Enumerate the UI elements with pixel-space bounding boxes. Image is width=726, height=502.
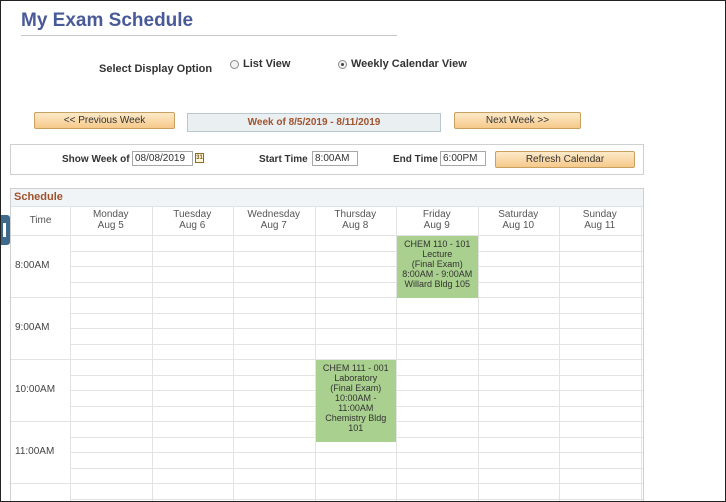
refresh-calendar-button[interactable]: Refresh Calendar (495, 151, 635, 168)
event-line: 11:00AM (338, 403, 374, 413)
event-line: Chemistry Bldg (325, 413, 387, 423)
day-column-header: Monday Aug 5 (70, 209, 152, 231)
event-line: 101 (348, 423, 364, 433)
day-name: Friday (422, 209, 451, 220)
day-column-header: Wednesday Aug 7 (233, 209, 315, 231)
event-line: Laboratory (334, 373, 378, 383)
display-option-label: Select Display Option (99, 63, 213, 75)
day-date: Aug 9 (423, 220, 450, 231)
exam-event[interactable]: CHEM 111 - 001 Laboratory (Final Exam) 10:0… (315, 360, 396, 442)
event-line: 8:00AM - 9:00AM (402, 269, 473, 279)
radio-selected-icon (338, 59, 347, 69)
day-column-header: Friday Aug 9 (396, 209, 478, 231)
grid-slot-line (70, 250, 643, 252)
day-date: Aug 10 (502, 220, 535, 231)
day-name: Tuesday (173, 209, 212, 220)
start-time-label: Start Time (259, 154, 308, 165)
end-time-input[interactable] (440, 151, 486, 166)
grid-slot-line (70, 312, 643, 314)
grid-slot-line (70, 328, 643, 329)
event-line: CHEM 111 - 001 (322, 363, 389, 373)
schedule-header: Schedule (11, 189, 643, 207)
grid-slot-line (70, 281, 643, 283)
event-line: Willard Bldg 105 (404, 279, 471, 289)
day-date: Aug 8 (342, 220, 369, 231)
event-line: Lecture (422, 249, 453, 259)
day-date: Aug 6 (179, 220, 206, 231)
page-frame: My Exam Schedule Select Display Option L… (0, 0, 726, 502)
grid-slot-line (70, 452, 643, 453)
previous-week-button[interactable]: << Previous Week (34, 112, 175, 129)
grid-slot-line (70, 266, 643, 267)
end-time-label: End Time (393, 154, 438, 165)
time-label: 10:00AM (15, 384, 56, 395)
event-line: CHEM 110 - 101 (404, 239, 471, 249)
day-name: Wednesday (247, 209, 301, 220)
title-divider (21, 35, 397, 36)
list-view-label: List View (243, 58, 291, 70)
schedule-panel: Schedule Time Monday Aug 5 Tuesday Aug 6 Wedn… (10, 188, 644, 501)
day-column-header: Sunday Aug 11 (559, 209, 641, 231)
day-column-header: Tuesday Aug 6 (152, 209, 234, 231)
grid-slot-line (70, 498, 643, 500)
side-panel-handle[interactable] (1, 215, 10, 245)
next-week-button[interactable]: Next Week >> (454, 112, 581, 129)
event-line: (Final Exam) (411, 259, 463, 269)
event-line: 10:00AM - (334, 393, 377, 403)
day-date: Aug 5 (97, 220, 124, 231)
page-title: My Exam Schedule (21, 10, 194, 31)
radio-unselected-icon (230, 59, 239, 69)
day-name: Thursday (334, 209, 377, 220)
event-line: (Final Exam) (330, 383, 382, 393)
day-column-header: Thursday Aug 8 (315, 209, 397, 231)
day-name: Saturday (498, 209, 539, 220)
day-date: Aug 7 (260, 220, 287, 231)
day-name: Monday (92, 209, 129, 220)
grid-slot-line (70, 343, 643, 345)
list-view-radio[interactable]: List View (230, 58, 290, 70)
time-label: 8:00AM (15, 260, 50, 271)
day-column-header: Saturday Aug 10 (478, 209, 560, 231)
start-time-input[interactable] (312, 151, 358, 166)
weekly-calendar-view-radio[interactable]: Weekly Calendar View (338, 58, 467, 70)
grid-slot-line (70, 467, 643, 469)
current-week-display: Week of 8/5/2019 - 8/11/2019 (187, 113, 441, 132)
grid-hour-line (11, 297, 643, 298)
time-column-header: Time (29, 215, 52, 226)
calendar-icon[interactable]: 31 (195, 153, 204, 163)
grid-hour-line (11, 483, 643, 484)
schedule-title: Schedule (14, 191, 63, 203)
weekly-calendar-view-label: Weekly Calendar View (351, 58, 467, 70)
day-name: Sunday (582, 209, 617, 220)
show-week-input[interactable] (132, 151, 193, 166)
exam-event[interactable]: CHEM 110 - 101 Lecture (Final Exam) 8:00AM … (397, 236, 478, 298)
day-date: Aug 11 (584, 220, 616, 231)
show-week-label: Show Week of (62, 154, 130, 165)
grid-header-divider (11, 235, 643, 236)
time-label: 9:00AM (15, 322, 50, 333)
time-label: 11:00AM (15, 446, 55, 457)
